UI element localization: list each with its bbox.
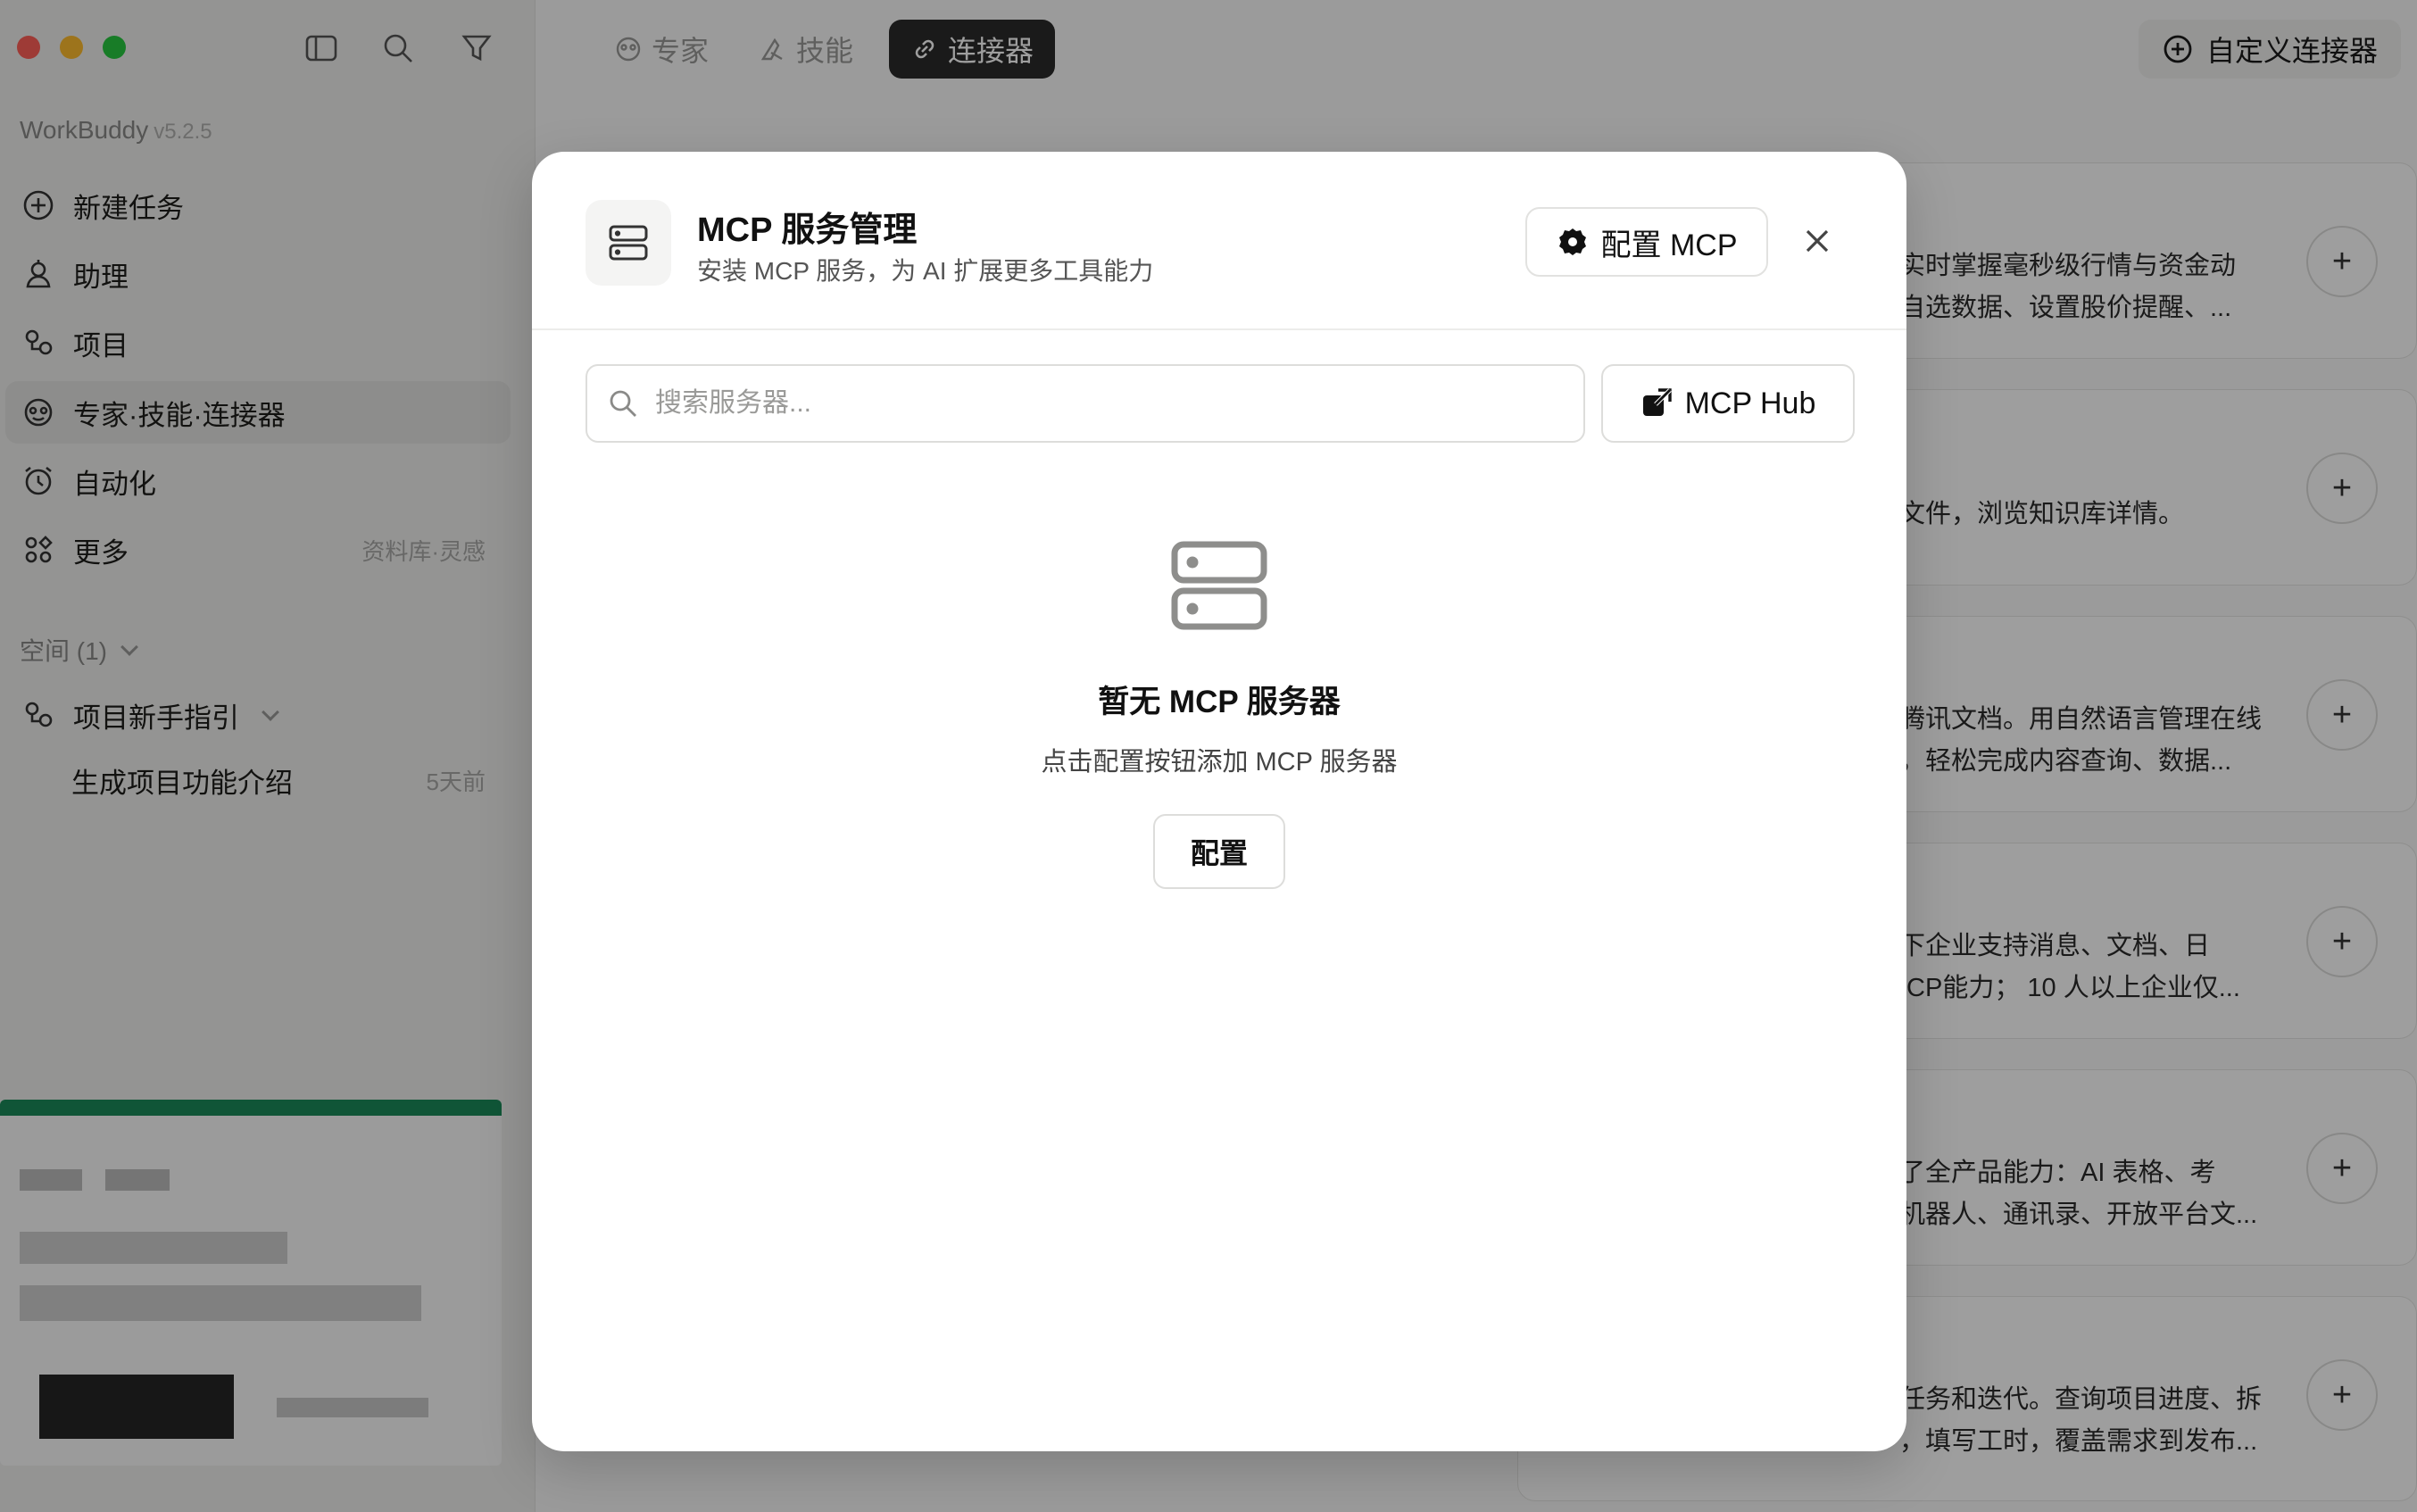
configure-mcp-button[interactable]: 配置 MCP bbox=[1525, 207, 1768, 277]
mcp-hub-button[interactable]: MCP Hub bbox=[1601, 364, 1855, 443]
modal-title: MCP 服务管理 bbox=[697, 212, 918, 249]
external-link-icon bbox=[1642, 388, 1672, 416]
modal-subtitle: 安装 MCP 服务，为 AI 扩展更多工具能力 bbox=[697, 257, 1154, 285]
server-icon bbox=[609, 225, 648, 261]
modal-header-icon-box bbox=[586, 200, 671, 286]
close-icon[interactable] bbox=[1799, 223, 1835, 259]
configure-mcp-label: 配置 MCP bbox=[1600, 228, 1738, 262]
server-search-input[interactable] bbox=[655, 388, 1530, 419]
server-icon bbox=[1171, 541, 1267, 630]
empty-state-title: 暂无 MCP 服务器 bbox=[1098, 685, 1341, 719]
mcp-hub-label: MCP Hub bbox=[1684, 386, 1816, 420]
server-search-box[interactable] bbox=[586, 364, 1585, 443]
modal-divider bbox=[532, 328, 1906, 330]
gear-icon bbox=[1558, 228, 1586, 255]
mcp-service-modal: MCP 服务管理 安装 MCP 服务，为 AI 扩展更多工具能力 配置 MCP … bbox=[532, 152, 1906, 1451]
configure-button[interactable]: 配置 bbox=[1153, 814, 1285, 889]
search-icon bbox=[610, 390, 636, 417]
empty-state-subtitle: 点击配置按钮添加 MCP 服务器 bbox=[1041, 748, 1398, 777]
